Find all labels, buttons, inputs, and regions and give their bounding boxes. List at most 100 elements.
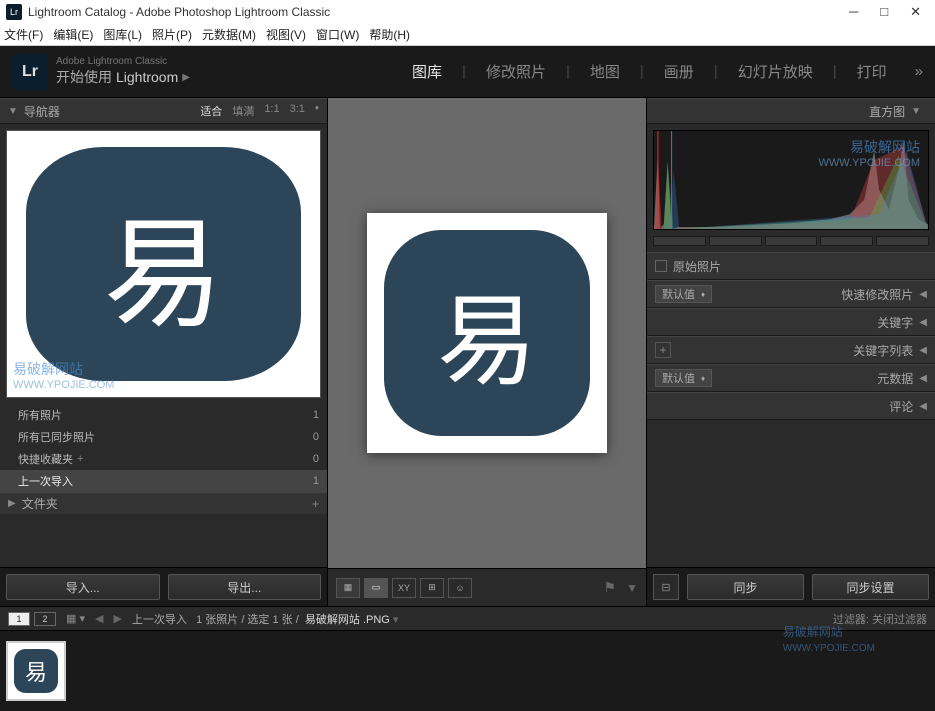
filter-label: 过滤器:	[833, 614, 869, 626]
catalog-row-synced[interactable]: 所有已同步照片0	[0, 426, 327, 448]
add-folder-icon[interactable]: +	[312, 497, 319, 511]
module-library[interactable]: 图库	[412, 61, 442, 82]
menu-file[interactable]: 文件(F)	[4, 26, 43, 43]
module-print[interactable]: 打印	[857, 61, 887, 82]
main-image: 易	[367, 213, 607, 453]
left-panel: ▼ 导航器 适合 填满 1:1 3:1 ♦ 易 易破解网站 WWW.YPOJIE…	[0, 98, 328, 606]
zoom-fill[interactable]: 填满	[232, 103, 254, 119]
toolbar-dropdown-icon[interactable]: ▼	[626, 581, 638, 595]
maximize-button[interactable]: □	[880, 4, 888, 20]
module-map[interactable]: 地图	[590, 61, 620, 82]
filmstrip: 1 2 ▦ ▾ ◀ ▶ 上一次导入 1 张照片 / 选定 1 张 / 易破解网站…	[0, 606, 935, 711]
collapse-icon: ◀	[919, 401, 927, 412]
preview-char: 易	[104, 177, 224, 351]
play-icon[interactable]: ▶	[182, 72, 190, 83]
add-keyword-button[interactable]: +	[655, 342, 671, 358]
loupe-view-button[interactable]: ▭	[364, 578, 388, 598]
filter-controls[interactable]: 过滤器: 关闭过滤器	[833, 611, 927, 627]
app-icon: Lr	[6, 4, 22, 20]
collapse-icon: ◀	[919, 373, 927, 384]
catalog-row-last-import[interactable]: 上一次导入1	[0, 470, 327, 492]
zoom-11[interactable]: 1:1	[264, 103, 279, 119]
brand-line1: Adobe Lightroom Classic	[56, 56, 190, 67]
brand-word: Lightroom	[116, 69, 178, 85]
import-button[interactable]: 导入...	[6, 574, 160, 600]
filmstrip-thumbs[interactable]: 易 易破解网站 WWW.YPOJIE.COM	[0, 631, 935, 711]
zoom-31[interactable]: 3:1	[290, 103, 305, 119]
right-panel: 直方图 ▼ 易破解网站 WWW.YPOJIE.COM	[647, 98, 935, 606]
folders-header[interactable]: ▶ 文件夹 +	[0, 492, 327, 514]
screen-2-button[interactable]: 2	[34, 612, 56, 626]
collapse-icon: ▼	[8, 106, 18, 117]
sync-settings-button[interactable]: 同步设置	[812, 574, 929, 600]
keyword-list-label: 关键字列表	[853, 342, 913, 359]
thumb-char: 易	[14, 649, 59, 694]
menu-edit[interactable]: 编辑(E)	[53, 26, 93, 43]
flag-icon[interactable]: ⚑	[604, 579, 617, 596]
collapse-icon: ◀	[919, 289, 927, 300]
filter-value: 关闭过滤器	[872, 614, 927, 626]
menu-library[interactable]: 图库(L)	[103, 26, 142, 43]
menu-view[interactable]: 视图(V)	[266, 26, 306, 43]
collapse-icon: ◀	[919, 345, 927, 356]
metadata-label: 元数据	[877, 370, 913, 387]
expand-icon[interactable]: »	[915, 63, 923, 80]
grid-icon[interactable]: ▦ ▾	[66, 612, 85, 625]
histogram-header[interactable]: 直方图 ▼	[647, 98, 935, 124]
quick-develop-header[interactable]: 默认值♦ 快速修改照片 ◀	[647, 280, 935, 308]
metadata-header[interactable]: 默认值♦ 元数据 ◀	[647, 364, 935, 392]
filmstrip-header: 1 2 ▦ ▾ ◀ ▶ 上一次导入 1 张照片 / 选定 1 张 / 易破解网站…	[0, 607, 935, 631]
brand-prefix: 开始使用	[56, 67, 112, 87]
keywords-label: 关键字	[877, 314, 913, 331]
minimize-button[interactable]: ─	[849, 4, 858, 20]
zoom-fit[interactable]: 适合	[200, 103, 222, 119]
module-book[interactable]: 画册	[664, 61, 694, 82]
survey-view-button[interactable]: ⊞	[420, 578, 444, 598]
zoom-dropdown-icon[interactable]: ♦	[315, 103, 319, 119]
center-toolbar: ▦ ▭ XY ⊞ ☺ ⚑ ▼	[328, 568, 646, 606]
folders-title: 文件夹	[22, 495, 58, 512]
lr-logo: Lr	[12, 54, 48, 90]
collapse-icon: ◀	[919, 317, 927, 328]
window-title: Lightroom Catalog - Adobe Photoshop Ligh…	[28, 5, 330, 19]
sync-toggle[interactable]: ⊟	[653, 574, 679, 600]
collapse-icon: ▼	[911, 106, 921, 117]
menu-window[interactable]: 窗口(W)	[316, 26, 359, 43]
navigator-title: 导航器	[24, 103, 60, 120]
comments-header[interactable]: 评论 ◀	[647, 392, 935, 420]
filmstrip-path: 上一次导入 1 张照片 / 选定 1 张 / 易破解网站 .PNG ▾	[132, 611, 399, 627]
thumbnail[interactable]: 易	[6, 641, 66, 701]
nav-back-icon[interactable]: ◀	[95, 612, 103, 625]
image-char: 易	[437, 260, 537, 405]
module-develop[interactable]: 修改照片	[486, 61, 546, 82]
metadata-preset-dropdown[interactable]: 默认值♦	[655, 369, 712, 387]
original-checkbox[interactable]	[655, 260, 667, 272]
grid-view-button[interactable]: ▦	[336, 578, 360, 598]
sync-button[interactable]: 同步	[687, 574, 804, 600]
histogram-chart[interactable]: 易破解网站 WWW.YPOJIE.COM	[653, 130, 929, 230]
canvas-area[interactable]: 易	[328, 98, 646, 568]
brand-block: Adobe Lightroom Classic 开始使用 Lightroom ▶	[56, 56, 190, 87]
keywords-header[interactable]: 关键字 ◀	[647, 308, 935, 336]
histogram-sliders[interactable]	[653, 236, 929, 252]
menu-help[interactable]: 帮助(H)	[369, 26, 410, 43]
window-titlebar: Lr Lightroom Catalog - Adobe Photoshop L…	[0, 0, 935, 24]
export-button[interactable]: 导出...	[168, 574, 322, 600]
compare-xy-button[interactable]: XY	[392, 578, 416, 598]
quick-develop-label: 快速修改照片	[841, 286, 913, 303]
menu-metadata[interactable]: 元数据(M)	[202, 26, 256, 43]
nav-fwd-icon[interactable]: ▶	[113, 612, 121, 625]
original-photo-row[interactable]: 原始照片	[647, 252, 935, 280]
module-slideshow[interactable]: 幻灯片放映	[738, 61, 813, 82]
navigator-header[interactable]: ▼ 导航器 适合 填满 1:1 3:1 ♦	[0, 98, 327, 124]
menu-photo[interactable]: 照片(P)	[152, 26, 192, 43]
quick-preset-dropdown[interactable]: 默认值♦	[655, 285, 712, 303]
people-view-button[interactable]: ☺	[448, 578, 472, 598]
catalog-row-quick[interactable]: 快捷收藏夹+0	[0, 448, 327, 470]
original-label: 原始照片	[673, 258, 721, 275]
close-button[interactable]: ✕	[910, 4, 921, 20]
keyword-list-header[interactable]: + 关键字列表 ◀	[647, 336, 935, 364]
catalog-row-all[interactable]: 所有照片1	[0, 404, 327, 426]
screen-1-button[interactable]: 1	[8, 612, 30, 626]
navigator-preview[interactable]: 易 易破解网站 WWW.YPOJIE.COM	[0, 124, 327, 404]
